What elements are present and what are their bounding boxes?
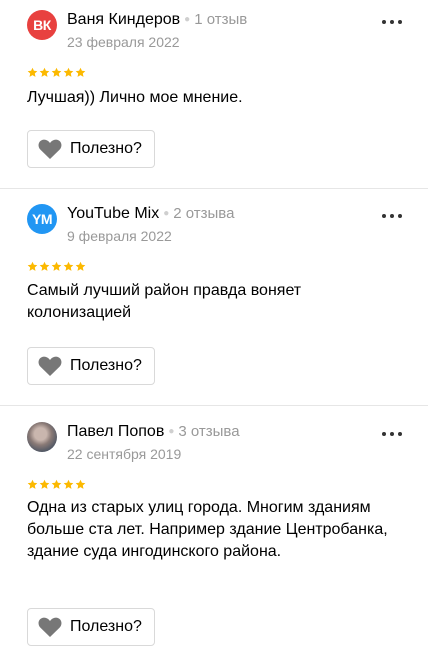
useful-button[interactable]: Полезно? [27, 608, 155, 646]
useful-label: Полезно? [70, 357, 142, 374]
more-dots-icon[interactable] [382, 430, 402, 438]
star-icon [51, 67, 62, 77]
heart-icon [38, 617, 62, 637]
review-text: Лучшая)) Лично мое мнение. [27, 89, 243, 106]
review-card: YM YouTube Mix ● 2 отзыва 9 февраля 2022 С… [0, 194, 428, 405]
review-date: 9 февраля 2022 [67, 228, 172, 244]
avatar[interactable] [27, 422, 57, 452]
star-icon [39, 261, 50, 271]
separator-dot: ● [168, 426, 175, 437]
useful-button[interactable]: Полезно? [27, 130, 155, 168]
useful-label: Полезно? [70, 140, 142, 157]
author-review-count: 1 отзыв [194, 11, 248, 28]
review-date: 22 сентября 2019 [67, 446, 182, 462]
useful-button[interactable]: Полезно? [27, 347, 155, 385]
star-icon [51, 479, 62, 489]
star-icon [27, 67, 38, 77]
review-header: YouTube Mix ● 2 отзыва [67, 205, 234, 223]
star-icon [75, 479, 86, 489]
review-text: Самый лучший район правда воняет колониз… [27, 282, 302, 321]
rating-stars [27, 479, 86, 490]
divider [0, 188, 428, 189]
more-dots-icon[interactable] [382, 212, 402, 220]
star-icon [63, 67, 74, 77]
rating-stars [27, 67, 86, 78]
star-icon [39, 479, 50, 489]
author-name[interactable]: YouTube Mix [67, 205, 159, 222]
star-icon [51, 261, 62, 271]
more-dots-icon[interactable] [382, 18, 402, 26]
rating-stars [27, 261, 86, 272]
star-icon [39, 67, 50, 77]
review-date: 23 февраля 2022 [67, 34, 180, 50]
author-name[interactable]: Павел Попов [67, 423, 164, 440]
author-review-count: 2 отзыва [173, 205, 235, 222]
review-card: ВК Ваня Киндеров ● 1 отзыв 23 февраля 2022… [0, 0, 428, 188]
review-card: Павел Попов ● 3 отзыва 22 сентября 2019 Од… [0, 412, 428, 657]
heart-icon [38, 139, 62, 159]
star-icon [27, 479, 38, 489]
useful-label: Полезно? [70, 618, 142, 635]
separator-dot: ● [163, 208, 170, 219]
heart-icon [38, 356, 62, 376]
author-name[interactable]: Ваня Киндеров [67, 11, 180, 28]
star-icon [27, 261, 38, 271]
review-header: Ваня Киндеров ● 1 отзыв [67, 11, 247, 29]
divider [0, 405, 428, 406]
star-icon [63, 261, 74, 271]
review-header: Павел Попов ● 3 отзыва [67, 423, 240, 441]
avatar[interactable]: YM [27, 204, 57, 234]
star-icon [75, 261, 86, 271]
avatar[interactable]: ВК [27, 10, 57, 40]
review-text: Одна из старых улиц города. Многим здани… [27, 499, 388, 560]
star-icon [75, 67, 86, 77]
star-icon [63, 479, 74, 489]
separator-dot: ● [184, 14, 191, 25]
author-review-count: 3 отзыва [178, 423, 240, 440]
